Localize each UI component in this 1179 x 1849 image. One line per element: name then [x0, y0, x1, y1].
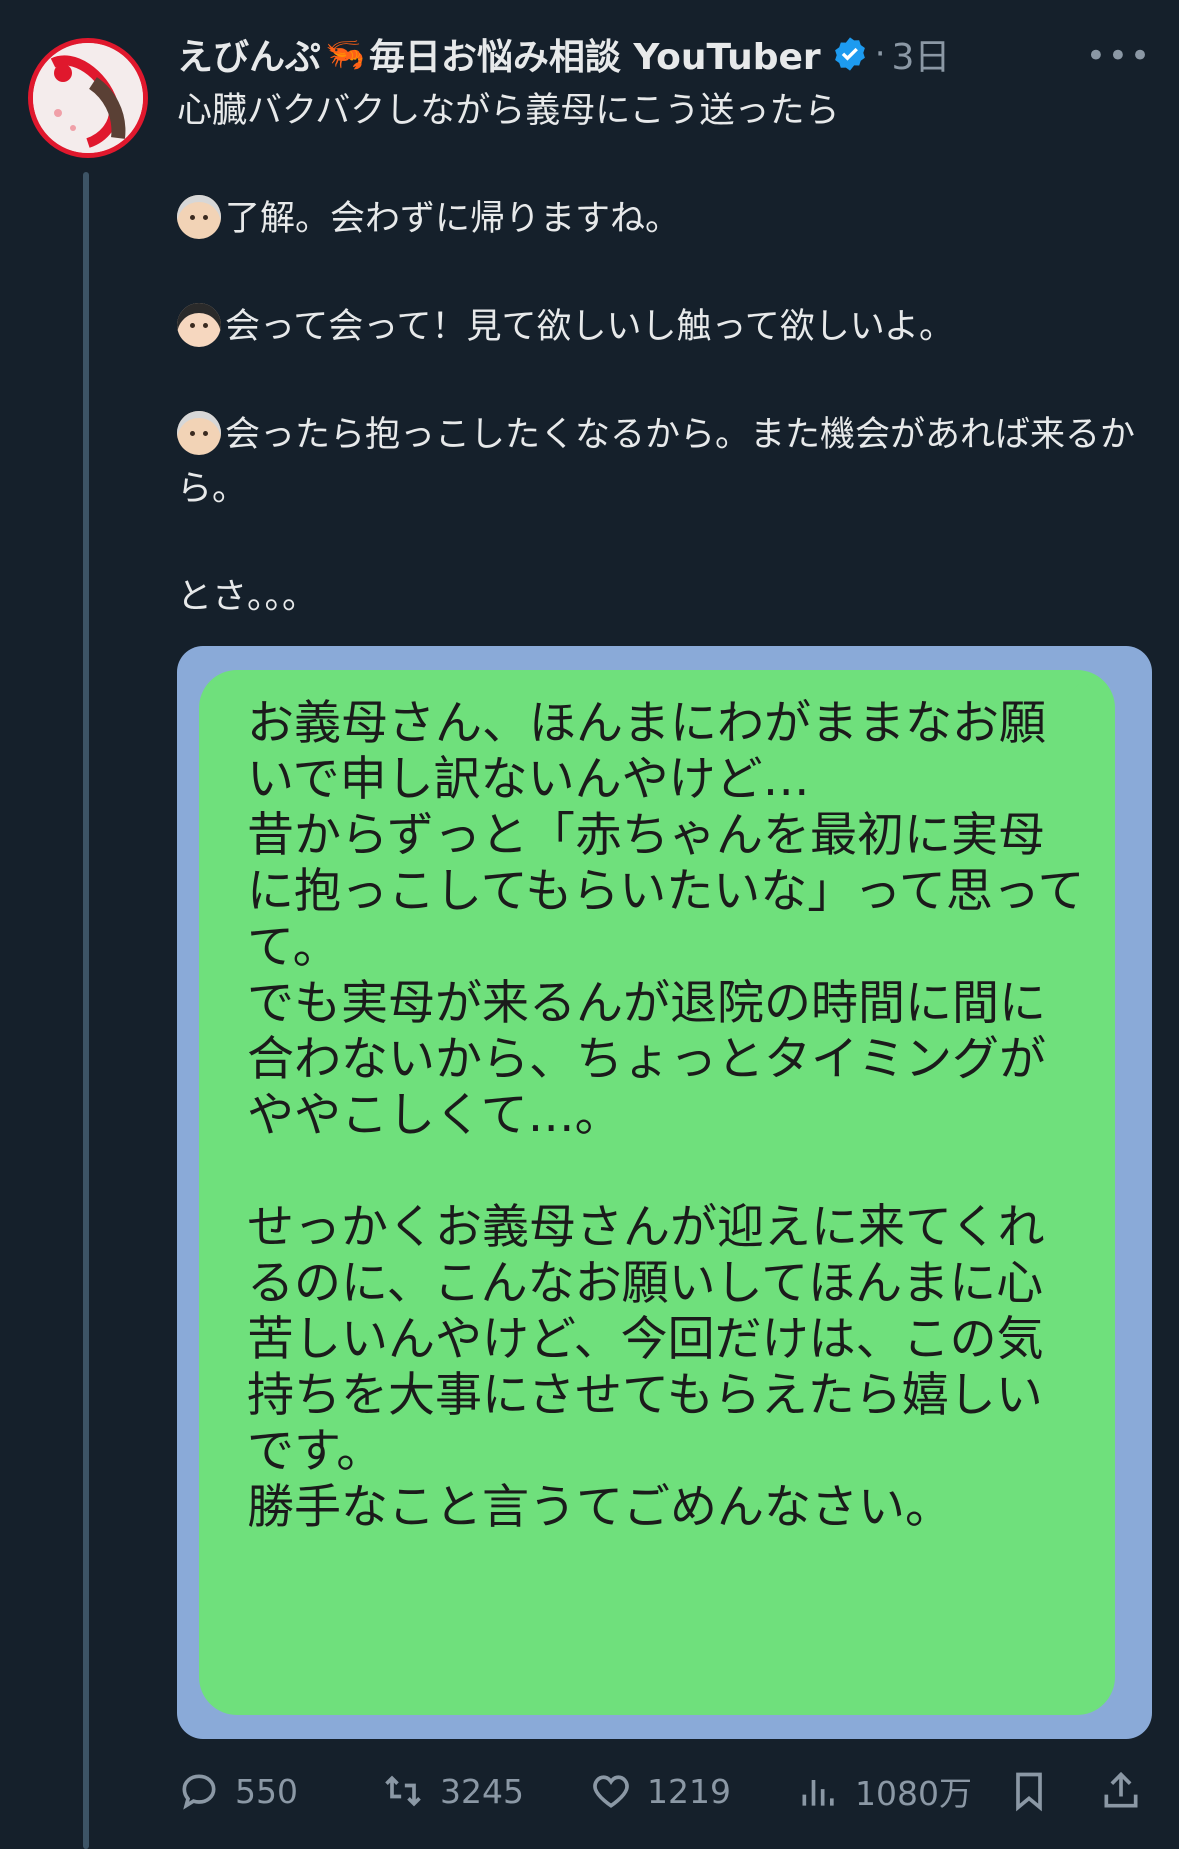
reply-button[interactable]: 550: [177, 1769, 298, 1813]
like-icon: [593, 1775, 629, 1808]
message-paragraph: せっかくお義母さんが迎えに来てくれるのに、こんなお願いしてほんまに心苦しいんやけ…: [247, 1200, 1045, 1535]
share-button[interactable]: [1099, 1767, 1157, 1815]
like-button[interactable]: 1219: [589, 1769, 731, 1813]
reply-icon: [182, 1774, 216, 1810]
post-line-text: 了解。会わずに帰りますね。: [225, 199, 681, 239]
author-title[interactable]: 毎日お悩み相談 YouTuber: [369, 28, 821, 80]
repost-icon: [385, 1775, 421, 1807]
message-text: お義母さん、ほんまにわがままなお願いで申し訳ないんやけど… 昔からずっと「赤ちゃ…: [247, 696, 1087, 1536]
action-bar: 550 3245 1219 1080万: [177, 1762, 1152, 1820]
post-content: えびんぷ 🦐 毎日お悩み相談 YouTuber · 3日 ••• 心臓バクバクし…: [177, 28, 1152, 624]
post-line: 会ったら抱っこしたくなるから。また機会があれば来るから。: [177, 408, 1152, 516]
shrimp-emoji: 🦐: [325, 35, 365, 73]
older-woman-emoji-icon: [177, 195, 221, 239]
woman-emoji-icon: [177, 303, 221, 347]
thread-line: [83, 172, 89, 1849]
older-woman-emoji-icon: [177, 411, 221, 455]
post-line-text: 会ったら抱っこしたくなるから。また機会があれば来るから。: [177, 415, 1136, 509]
post-line: 会って会って！見て欲しいし触って欲しいよ。: [177, 300, 1152, 354]
verified-badge-icon: [834, 37, 865, 71]
views-icon: [802, 1780, 834, 1806]
message-bubble: お義母さん、ほんまにわがままなお願いで申し訳ないんやけど… 昔からずっと「赤ちゃ…: [199, 670, 1115, 1715]
views-button[interactable]: 1080万: [797, 1767, 972, 1815]
repost-count: 3245: [440, 1771, 524, 1811]
bookmark-icon: [1016, 1772, 1042, 1812]
views-count: 1080万: [855, 1774, 972, 1813]
post-time[interactable]: 3日: [892, 28, 951, 80]
author-name[interactable]: えびんぷ: [177, 28, 321, 80]
avatar-illustration: [33, 43, 143, 153]
message-spacer: [247, 1144, 1087, 1200]
separator-dot: ·: [874, 34, 886, 74]
bookmark-button[interactable]: [1007, 1767, 1065, 1815]
post-line: 心臓バクバクしながら義母にこう送ったら: [177, 91, 840, 131]
post-header: えびんぷ 🦐 毎日お悩み相談 YouTuber · 3日: [177, 28, 1152, 80]
more-options-icon[interactable]: •••: [1086, 36, 1152, 76]
post-line: とさ。。。: [177, 577, 318, 617]
message-paragraph: お義母さん、ほんまにわがままなお願いで申し訳ないんやけど… 昔からずっと「赤ちゃ…: [247, 696, 1085, 1143]
post-text: 心臓バクバクしながら義母にこう送ったら 了解。会わずに帰りますね。 会って会って…: [177, 84, 1152, 624]
repost-button[interactable]: 3245: [380, 1769, 524, 1813]
reply-count: 550: [235, 1771, 298, 1811]
like-count: 1219: [647, 1771, 731, 1811]
share-icon: [1104, 1771, 1138, 1808]
avatar[interactable]: [28, 38, 148, 158]
attached-image[interactable]: お義母さん、ほんまにわがままなお願いで申し訳ないんやけど… 昔からずっと「赤ちゃ…: [177, 646, 1152, 1739]
post-line-text: 会って会って！見て欲しいし触って欲しいよ。: [225, 307, 955, 347]
post-line: 了解。会わずに帰りますね。: [177, 192, 1152, 246]
